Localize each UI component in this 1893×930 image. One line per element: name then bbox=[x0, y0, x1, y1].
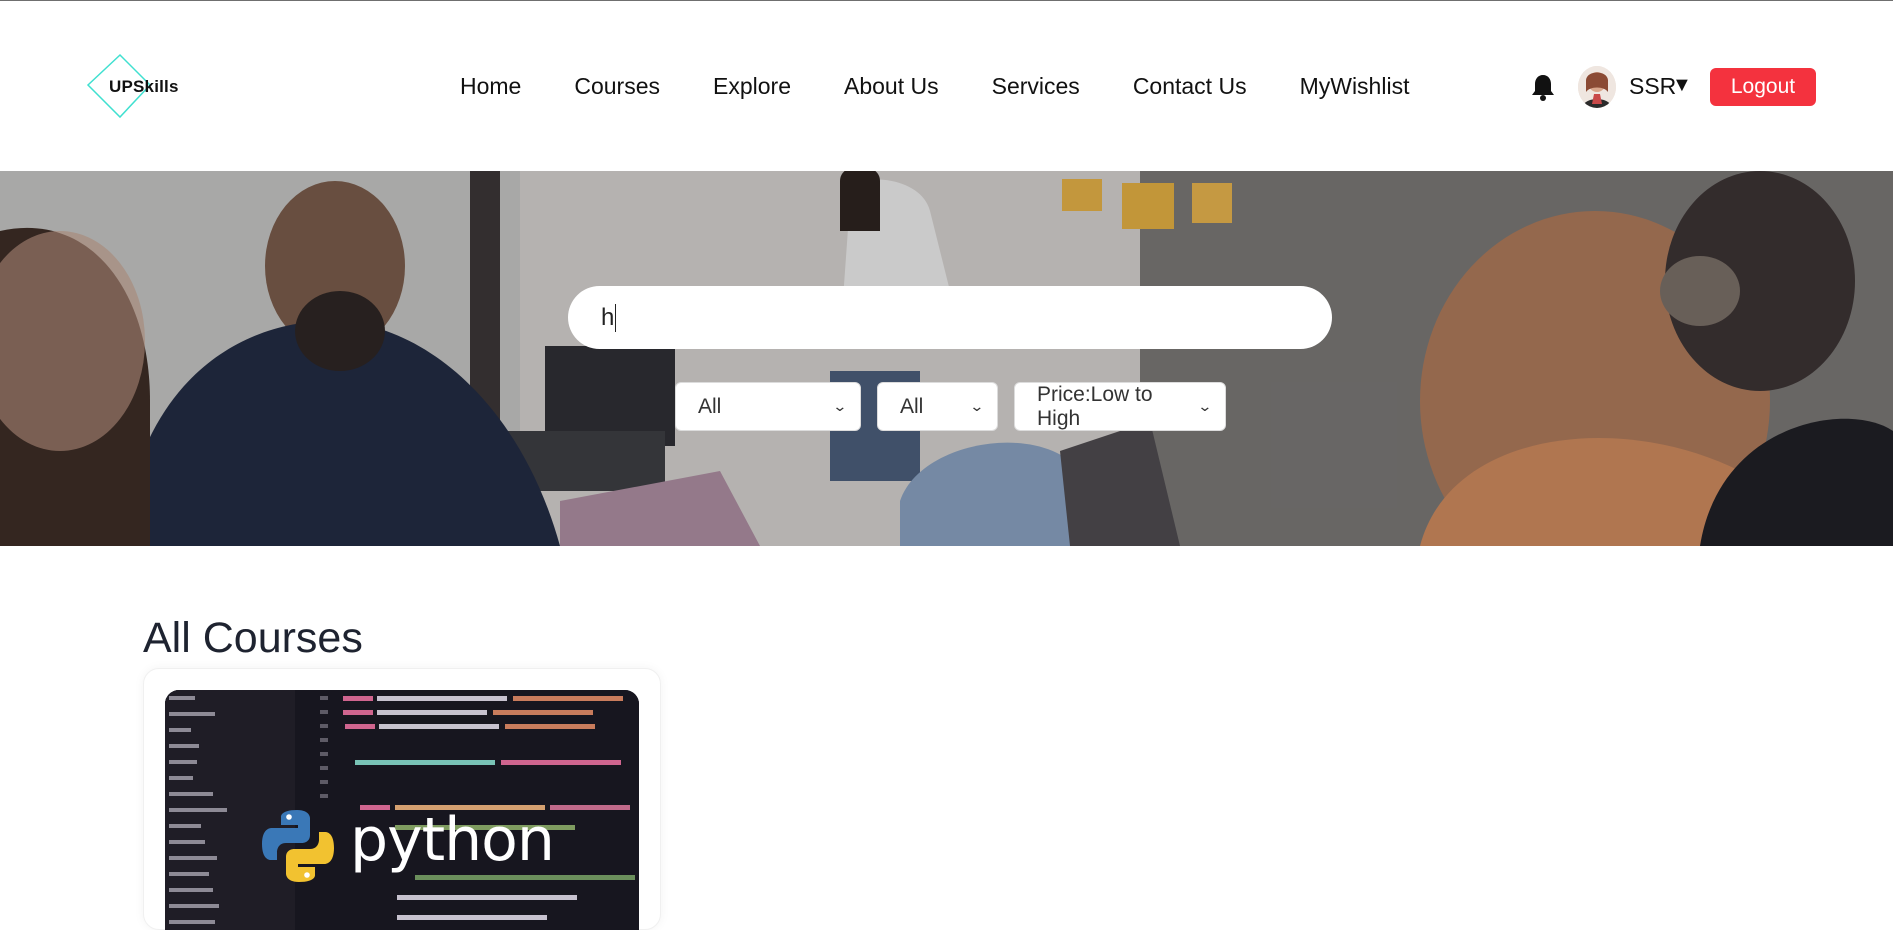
user-menu-caret-icon[interactable]: ▼ bbox=[1672, 74, 1692, 97]
page-title: All Courses bbox=[143, 613, 363, 662]
level-filter-value: All bbox=[900, 394, 924, 418]
logout-button[interactable]: Logout bbox=[1710, 68, 1816, 106]
brand-logo[interactable]: UPSkills bbox=[84, 53, 184, 121]
nav-explore[interactable]: Explore bbox=[713, 73, 791, 100]
nav-contact-us[interactable]: Contact Us bbox=[1133, 73, 1247, 100]
user-avatar[interactable] bbox=[1578, 66, 1616, 108]
nav-about-us[interactable]: About Us bbox=[844, 73, 939, 100]
site-header: UPSkills Home Courses Explore About Us S… bbox=[0, 1, 1893, 171]
nav-my-wishlist[interactable]: MyWishlist bbox=[1300, 73, 1410, 100]
search-input[interactable]: h bbox=[568, 286, 1332, 349]
course-thumbnail[interactable]: python bbox=[165, 690, 639, 930]
python-logo-icon bbox=[262, 810, 334, 882]
chevron-down-icon: ⌄ bbox=[1197, 398, 1213, 414]
chevron-down-icon: ⌄ bbox=[832, 398, 848, 414]
nav-services[interactable]: Services bbox=[992, 73, 1080, 100]
main-nav: Home Courses Explore About Us Services C… bbox=[460, 1, 1409, 171]
search-input-value: h bbox=[601, 303, 615, 331]
brand-name: UPSkills bbox=[109, 77, 179, 96]
sort-price-value: Price:Low to High bbox=[1037, 382, 1153, 430]
category-filter-value: All bbox=[698, 394, 722, 418]
category-filter-select[interactable]: All ⌄ bbox=[675, 382, 861, 431]
nav-home[interactable]: Home bbox=[460, 73, 521, 100]
hero-overlay bbox=[0, 171, 1893, 546]
user-name[interactable]: SSR bbox=[1629, 73, 1676, 100]
course-card[interactable]: python bbox=[143, 668, 661, 930]
bell-icon[interactable] bbox=[1530, 73, 1556, 101]
text-cursor bbox=[615, 303, 617, 332]
sort-price-select[interactable]: Price:Low to High ⌄ bbox=[1014, 382, 1226, 431]
hero-banner bbox=[0, 171, 1893, 546]
level-filter-select[interactable]: All ⌄ bbox=[877, 382, 998, 431]
nav-courses[interactable]: Courses bbox=[574, 73, 660, 100]
chevron-down-icon: ⌄ bbox=[969, 398, 985, 414]
course-thumbnail-title: python bbox=[350, 805, 555, 875]
